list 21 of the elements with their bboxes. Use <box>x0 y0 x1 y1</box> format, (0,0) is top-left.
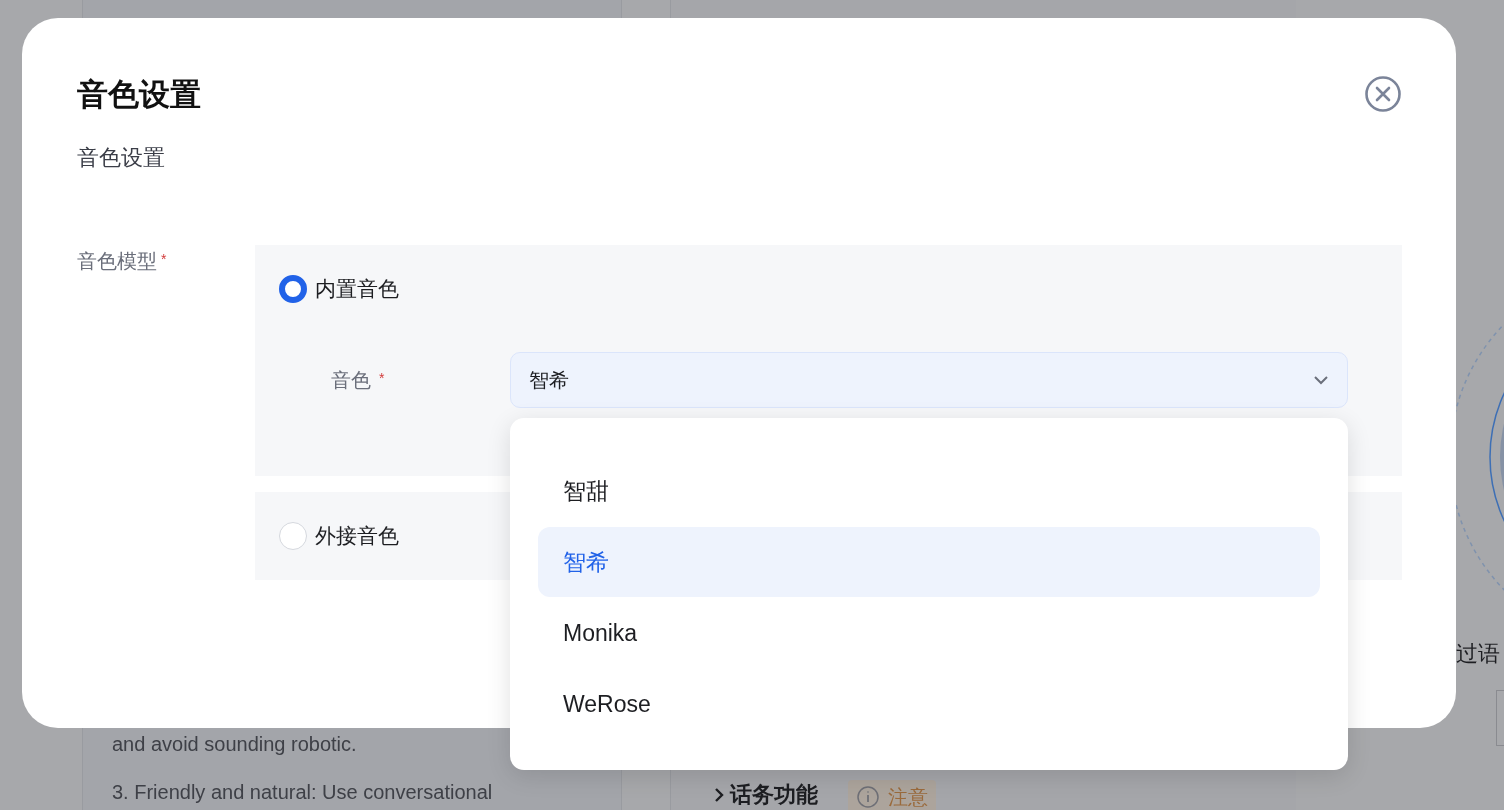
required-mark: * <box>161 250 167 269</box>
text-line: 3. Friendly and natural: Use conversational <box>112 780 493 804</box>
field-label: 音色 <box>331 368 371 392</box>
chevron-right-icon[interactable] <box>712 786 726 804</box>
dialog-subtitle: 音色设置 <box>77 145 165 170</box>
text-fragment: 过语 <box>1456 640 1500 668</box>
section-title[interactable]: 话务功能 <box>730 780 818 810</box>
text-line: and avoid sounding robotic. <box>112 732 357 756</box>
dropdown-option[interactable]: 智希 <box>538 527 1320 597</box>
field-label: 音色模型 <box>77 249 157 273</box>
notice-badge: 注意 <box>848 780 936 810</box>
radio-button[interactable] <box>279 275 307 303</box>
dropdown-option[interactable]: Monika <box>538 598 1320 668</box>
chevron-down-icon <box>1313 375 1329 385</box>
dropdown-option[interactable]: WeRose <box>538 669 1320 739</box>
required-mark: * <box>379 369 385 388</box>
voice-select[interactable]: 智希 <box>510 352 1348 408</box>
dialog-title: 音色设置 <box>77 76 201 114</box>
info-icon <box>856 785 880 809</box>
close-icon[interactable] <box>1364 75 1402 113</box>
radio-option[interactable]: 内置音色 <box>279 275 1378 303</box>
